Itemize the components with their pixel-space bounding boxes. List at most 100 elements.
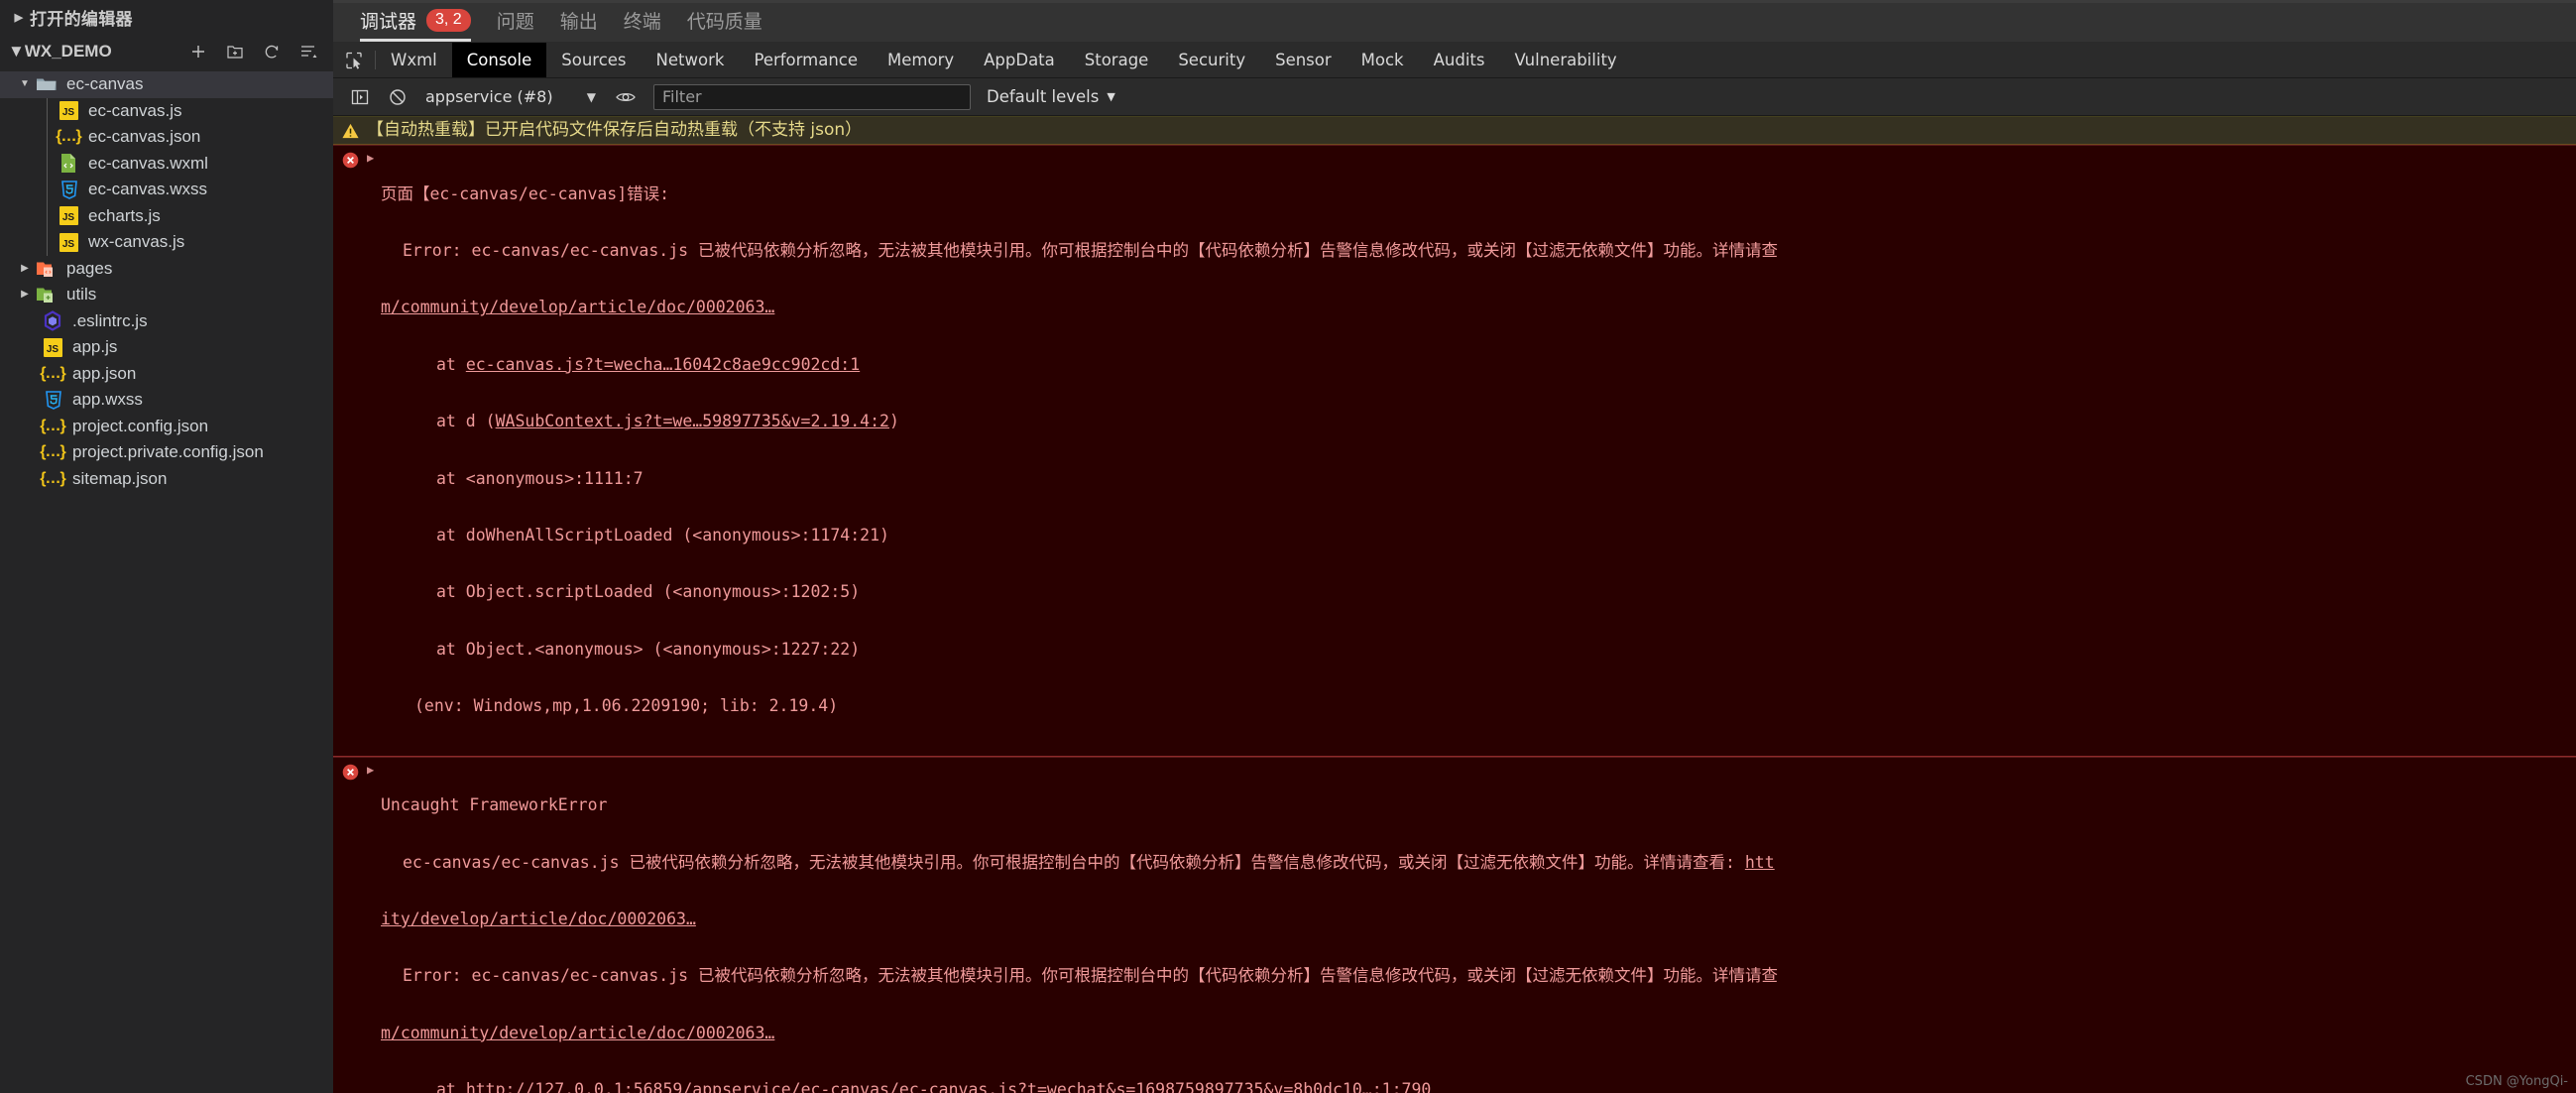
tree-item-ec-canvas-wxss[interactable]: ec-canvas.wxss	[0, 177, 333, 203]
js-file-icon: JS	[56, 101, 81, 121]
stack-frame: at Object.<anonymous> (<anonymous>:1227:…	[436, 639, 861, 659]
tab-code-quality[interactable]: 代码质量	[674, 7, 775, 42]
error-icon	[333, 148, 367, 170]
tree-item-label: wx-canvas.js	[88, 232, 185, 252]
tree-item-project-config[interactable]: {…} project.config.json	[0, 414, 333, 440]
tab-problems[interactable]: 问题	[484, 7, 547, 42]
json-file-icon: {…}	[56, 128, 81, 146]
expand-arrow-icon[interactable]: ▶	[367, 148, 381, 165]
tab-terminal[interactable]: 终端	[611, 7, 674, 42]
tree-item-ec-canvas-js[interactable]: JS ec-canvas.js	[0, 98, 333, 125]
tab-security[interactable]: Security	[1163, 43, 1260, 77]
stack-frame-link[interactable]: WASubContext.js?t=we…59897735&v=2.19.4:2	[496, 412, 889, 430]
refresh-icon[interactable]	[261, 41, 283, 62]
app-root: ▶ 打开的编辑器 ▼ WX_DEMO ▼ ec-canvas JS ec-can…	[0, 0, 2576, 1093]
folder-open-icon	[34, 74, 59, 94]
tab-vulnerability[interactable]: Vulnerability	[1500, 43, 1632, 77]
devtools-tabbar: Wxml Console Sources Network Performance…	[333, 43, 2576, 78]
stack-frame: at d (WASubContext.js?t=we…59897735&v=2.…	[436, 412, 899, 431]
chevron-down-icon: ▼	[20, 78, 30, 90]
tree-item-label: app.js	[72, 337, 118, 357]
tree-item-label: ec-canvas	[66, 74, 144, 94]
error-title: Uncaught FrameworkError	[381, 795, 608, 815]
stack-frame: at doWhenAllScriptLoaded (<anonymous>:11…	[436, 525, 889, 545]
tab-label: 输出	[559, 12, 598, 33]
css-file-icon	[40, 390, 65, 411]
tree-item-label: sitemap.json	[72, 468, 168, 488]
console-message-list[interactable]: 【自动热重载】已开启代码文件保存后自动热重载（不支持 json） ▶ 页面【ec…	[333, 116, 2576, 1093]
console-message-warning[interactable]: 【自动热重载】已开启代码文件保存后自动热重载（不支持 json）	[333, 116, 2576, 145]
tab-sources[interactable]: Sources	[546, 43, 641, 77]
error-doc-link[interactable]: htt	[1745, 853, 1775, 872]
env-line: (env: Windows,mp,1.06.2209190; lib: 2.19…	[414, 696, 839, 716]
error-body: Uncaught FrameworkError ec-canvas/ec-can…	[381, 760, 2576, 1093]
tree-item-project-private-config[interactable]: {…} project.private.config.json	[0, 439, 333, 466]
inspect-element-icon[interactable]	[333, 43, 375, 77]
tree-item-app-wxss[interactable]: app.wxss	[0, 387, 333, 414]
error-doc-link[interactable]: m/community/develop/article/doc/0002063…	[381, 297, 2576, 318]
open-editors-label: 打开的编辑器	[30, 9, 133, 29]
tree-item-app-js[interactable]: JS app.js	[0, 334, 333, 361]
tree-item-app-json[interactable]: {…} app.json	[0, 361, 333, 388]
tree-item-label: ec-canvas.wxml	[88, 153, 208, 173]
tree-item-label: project.config.json	[72, 416, 209, 435]
tab-performance[interactable]: Performance	[739, 43, 873, 77]
stack-frame-link[interactable]: http://127.0.0.1:56859/appservice/ec-can…	[466, 1080, 1432, 1093]
eslint-file-icon	[40, 310, 65, 332]
new-folder-icon[interactable]	[224, 41, 246, 62]
execution-context-value: appservice (#8)	[425, 87, 553, 106]
tree-item-pages[interactable]: ▶ pages	[0, 256, 333, 283]
tab-sensor[interactable]: Sensor	[1260, 43, 1347, 77]
tree-item-label: project.private.config.json	[72, 442, 264, 462]
tree-item-sitemap[interactable]: {…} sitemap.json	[0, 466, 333, 493]
console-message-error-1[interactable]: ▶ 页面【ec-canvas/ec-canvas]错误: Error: ec-c…	[333, 145, 2576, 757]
chevron-down-icon: ▼	[8, 42, 25, 61]
tab-wxml[interactable]: Wxml	[376, 43, 452, 77]
project-root-header[interactable]: ▼ WX_DEMO	[0, 34, 333, 69]
new-file-icon[interactable]	[187, 41, 209, 62]
tree-item-ec-canvas[interactable]: ▼ ec-canvas	[0, 71, 333, 98]
file-tree: ▼ ec-canvas JS ec-canvas.js {…} ec-canva…	[0, 71, 333, 492]
error-icon	[333, 760, 367, 782]
tree-item-ec-canvas-wxml[interactable]: ec-canvas.wxml	[0, 151, 333, 178]
tree-item-ec-canvas-json[interactable]: {…} ec-canvas.json	[0, 124, 333, 151]
tab-memory[interactable]: Memory	[873, 43, 969, 77]
execution-context-select[interactable]: appservice (#8) ▼	[417, 78, 606, 116]
live-expression-eye-icon[interactable]	[607, 78, 644, 116]
tree-item-eslintrc[interactable]: .eslintrc.js	[0, 308, 333, 335]
log-level-select[interactable]: Default levels ▼	[987, 87, 1115, 106]
open-editors-section[interactable]: ▶ 打开的编辑器	[0, 0, 333, 34]
tree-item-echarts-js[interactable]: JS echarts.js	[0, 203, 333, 230]
tab-network[interactable]: Network	[642, 43, 740, 77]
project-name-label: WX_DEMO	[24, 42, 112, 61]
watermark: CSDN @YongQi-	[2465, 1074, 2568, 1089]
css-file-icon	[56, 180, 81, 200]
tree-item-label: ec-canvas.js	[88, 100, 182, 120]
error-doc-link[interactable]: ity/develop/article/doc/0002063…	[381, 909, 2576, 930]
json-file-icon: {…}	[40, 469, 65, 487]
json-file-icon: {…}	[40, 443, 65, 461]
clear-console-icon[interactable]	[379, 78, 416, 116]
tree-item-utils[interactable]: ▶ utils	[0, 282, 333, 308]
chevron-down-icon: ▼	[1107, 90, 1115, 103]
collapse-all-icon[interactable]	[297, 41, 319, 62]
chevron-down-icon: ▼	[586, 89, 596, 104]
warning-text: 【自动热重载】已开启代码文件保存后自动热重载（不支持 json）	[367, 120, 863, 140]
stack-frame: at <anonymous>:1111:7	[436, 468, 644, 488]
tab-appdata[interactable]: AppData	[969, 43, 1070, 77]
tree-item-wx-canvas-js[interactable]: JS wx-canvas.js	[0, 229, 333, 256]
console-message-error-2[interactable]: ▶ Uncaught FrameworkError ec-canvas/ec-c…	[333, 756, 2576, 1093]
error-count-badge: 3, 2	[426, 9, 471, 32]
error-doc-link[interactable]: m/community/develop/article/doc/0002063…	[381, 1023, 2576, 1044]
tab-mock[interactable]: Mock	[1347, 43, 1419, 77]
console-filter-input[interactable]	[653, 83, 971, 110]
console-sidebar-toggle-icon[interactable]	[341, 78, 379, 116]
expand-arrow-icon[interactable]: ▶	[367, 760, 381, 777]
tab-audits[interactable]: Audits	[1419, 43, 1500, 77]
tab-storage[interactable]: Storage	[1070, 43, 1164, 77]
tab-console[interactable]: Console	[451, 43, 547, 77]
stack-frame-link[interactable]: ec-canvas.js?t=wecha…16042c8ae9cc902cd:1	[466, 355, 860, 374]
tab-debugger[interactable]: 调试器 3, 2	[347, 7, 484, 42]
tree-item-label: .eslintrc.js	[72, 310, 148, 330]
tab-output[interactable]: 输出	[547, 7, 611, 42]
